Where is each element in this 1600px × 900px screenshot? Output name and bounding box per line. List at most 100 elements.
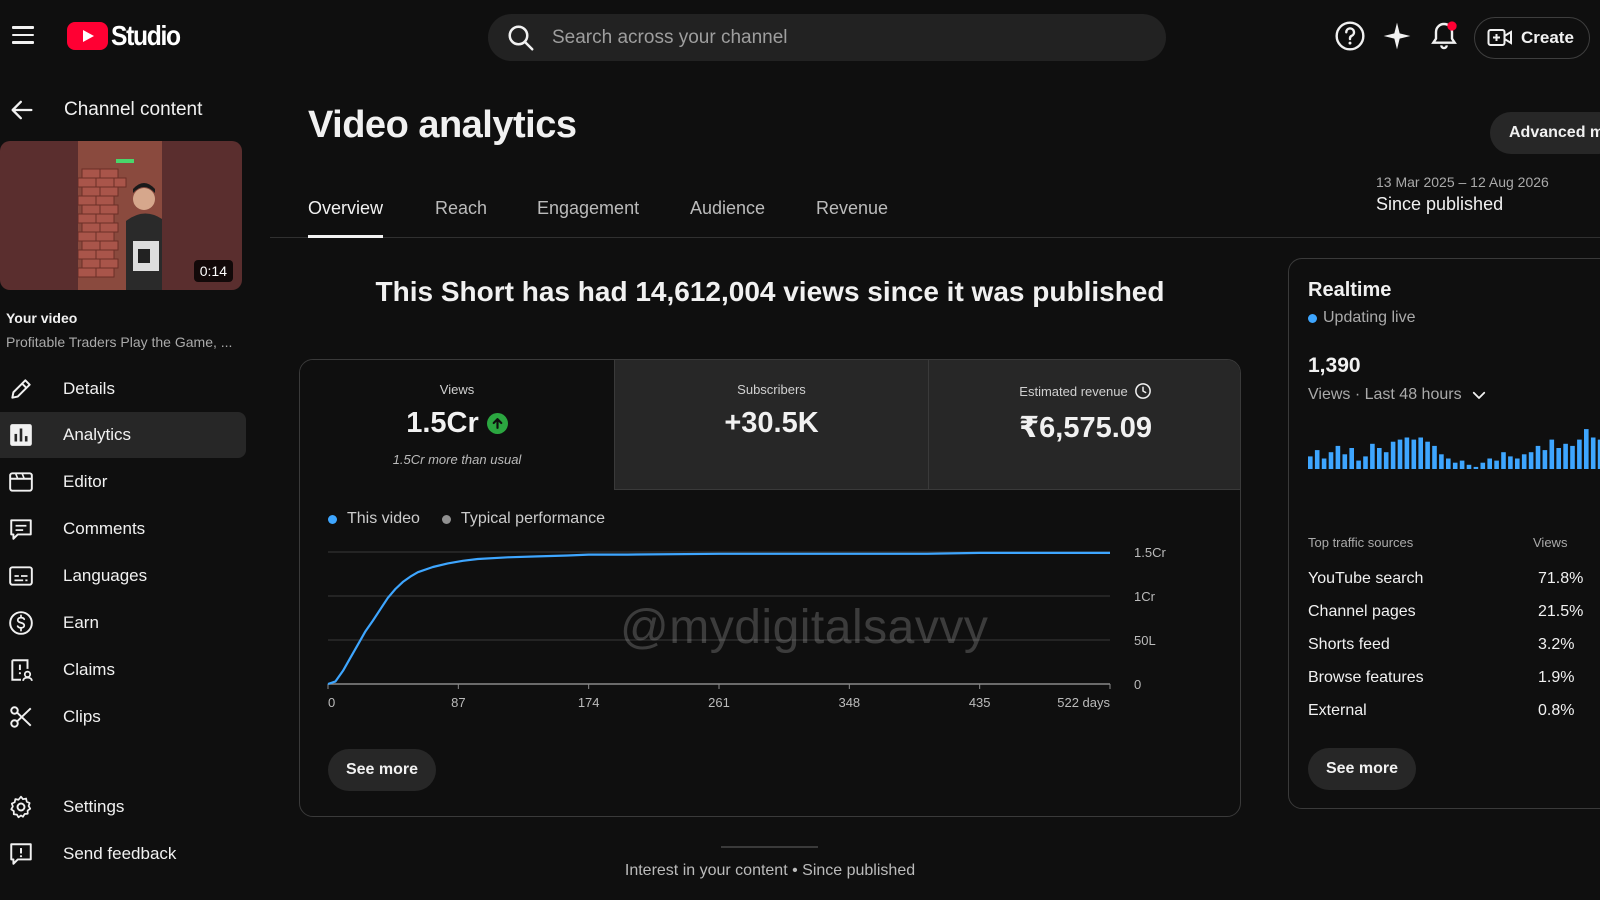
tab-engagement[interactable]: Engagement <box>537 198 639 238</box>
sidebar-item-label: Editor <box>63 472 108 491</box>
views-label: Views <box>439 382 475 397</box>
sidebar-item-send-feedback[interactable]: Send feedback <box>0 831 246 877</box>
realtime-bar <box>1411 439 1417 469</box>
notifications-icon[interactable] <box>1428 20 1460 52</box>
traffic-source-row[interactable]: Browse features 1.9% <box>1308 669 1600 695</box>
interest-section-title: Interest in your content • Since publish… <box>624 862 916 879</box>
sparkle-icon[interactable] <box>1381 20 1413 52</box>
realtime-bar <box>1328 452 1334 469</box>
create-video-icon <box>1487 29 1512 46</box>
x-tick-label: 0 <box>328 695 335 710</box>
realtime-bar <box>1452 462 1458 469</box>
sidebar-item-editor[interactable]: Editor <box>0 459 246 505</box>
realtime-bar <box>1570 445 1575 469</box>
claims-icon <box>11 659 33 681</box>
views-headline: This Short has had 14,612,004 views sinc… <box>375 276 1165 307</box>
advanced-mode-button[interactable]: Advanced m <box>1490 112 1600 154</box>
dollar-icon <box>9 611 33 635</box>
traffic-source-row[interactable]: YouTube search 71.8% <box>1308 570 1600 596</box>
realtime-bar-chart[interactable] <box>1308 427 1600 471</box>
help-icon[interactable] <box>1334 20 1366 52</box>
sidebar-item-label: Comments <box>63 519 146 538</box>
y-tick-label: 0 <box>1134 677 1141 692</box>
languages-icon <box>9 566 33 586</box>
x-tick-label: 174 <box>578 695 600 710</box>
section-divider <box>721 846 818 848</box>
tab-revenue[interactable]: Revenue <box>816 198 888 238</box>
realtime-bar <box>1577 439 1582 469</box>
traffic-views-header: Views <box>1533 535 1568 550</box>
realtime-see-more-button[interactable]: See more <box>1308 748 1416 790</box>
traffic-source-row[interactable]: External 0.8% <box>1308 702 1600 728</box>
traffic-source-row[interactable]: Shorts feed 3.2% <box>1308 636 1600 662</box>
realtime-bar <box>1501 452 1506 469</box>
y-tick-label: 1.5Cr <box>1134 545 1166 560</box>
realtime-bar <box>1383 452 1389 469</box>
traffic-source-name: Browse features <box>1308 669 1424 686</box>
studio-logo[interactable]: Studio <box>67 20 189 52</box>
sidebar-item-claims[interactable]: Claims <box>0 647 246 693</box>
tab-audience[interactable]: Audience <box>690 198 765 238</box>
views-metric[interactable]: Views 1.5Cr 1.5Cr more than usual <box>300 360 614 490</box>
sidebar-item-comments[interactable]: Comments <box>0 506 246 552</box>
date-range[interactable]: 13 Mar 2025 – 12 Aug 2026 <box>1376 174 1549 190</box>
sidebar-item-languages[interactable]: Languages <box>0 553 246 599</box>
x-tick-label: 522 days <box>1057 695 1110 710</box>
menu-icon[interactable] <box>10 22 36 50</box>
live-label: Updating live <box>1323 309 1416 326</box>
chevron-down-icon <box>1472 391 1485 399</box>
realtime-bar <box>1494 460 1499 469</box>
create-button[interactable]: Create <box>1474 17 1590 59</box>
sidebar-item-analytics[interactable]: Analytics <box>0 412 246 458</box>
sidebar-item-label: Details <box>63 379 115 398</box>
realtime-bar <box>1521 454 1527 469</box>
search-input[interactable] <box>552 26 1112 49</box>
views-note: 1.5Cr more than usual <box>392 452 522 467</box>
video-thumbnail[interactable]: 0:14 <box>0 141 242 290</box>
realtime-bar <box>1542 450 1548 469</box>
watermark-text: @mydigitalsavvy <box>620 601 989 654</box>
sidebar-item-settings[interactable]: Settings <box>0 784 246 830</box>
back-arrow-icon[interactable] <box>8 96 36 124</box>
sidebar-item-label: Send feedback <box>63 844 177 863</box>
logo-text: Studio <box>111 20 181 51</box>
realtime-title: Realtime <box>1308 279 1392 301</box>
clock-icon <box>1134 383 1151 399</box>
pencil-icon <box>11 379 31 399</box>
live-dot-icon <box>1308 313 1317 323</box>
video-title: Profitable Traders Play the Game, ... <box>6 334 233 350</box>
realtime-bar <box>1535 445 1541 469</box>
tab-reach[interactable]: Reach <box>435 198 487 238</box>
realtime-bar <box>1528 452 1534 469</box>
realtime-bar <box>1335 445 1341 469</box>
realtime-bar <box>1487 458 1492 469</box>
see-more-button[interactable]: See more <box>328 749 436 791</box>
legend-this-video: This video <box>347 510 420 527</box>
search-icon[interactable] <box>506 23 536 53</box>
realtime-bar <box>1342 454 1348 469</box>
x-tick-label: 261 <box>708 695 730 710</box>
gear-icon <box>10 795 32 819</box>
traffic-source-row[interactable]: Channel pages 21.5% <box>1308 603 1600 629</box>
back-label: Channel content <box>64 99 203 120</box>
feedback-icon <box>10 843 32 865</box>
realtime-period-dropdown[interactable]: Views · Last 48 hours <box>1308 386 1488 404</box>
revenue-metric[interactable]: Estimated revenue ₹6,575.09 <box>928 360 1240 490</box>
sidebar-item-details[interactable]: Details <box>0 366 246 412</box>
your-video-label: Your video <box>6 310 78 326</box>
tab-overview[interactable]: Overview <box>308 198 384 238</box>
subscribers-metric[interactable]: Subscribers +30.5K <box>614 360 928 490</box>
realtime-bar <box>1404 437 1410 469</box>
sidebar-item-earn[interactable]: Earn <box>0 600 246 646</box>
realtime-bar <box>1425 441 1430 469</box>
search-bar[interactable] <box>488 14 1166 61</box>
realtime-bar <box>1556 448 1561 469</box>
sidebar-item-clips[interactable]: Clips <box>0 694 246 740</box>
back-to-channel-content[interactable]: Channel content <box>0 92 250 128</box>
x-tick-label: 435 <box>969 695 991 710</box>
views-value: 1.5Cr <box>406 407 479 439</box>
traffic-source-name: External <box>1308 702 1367 719</box>
y-tick-label: 1Cr <box>1134 589 1156 604</box>
sidebar: Channel content 0:14 Your video Profitab… <box>0 72 250 900</box>
realtime-bar <box>1321 458 1327 469</box>
